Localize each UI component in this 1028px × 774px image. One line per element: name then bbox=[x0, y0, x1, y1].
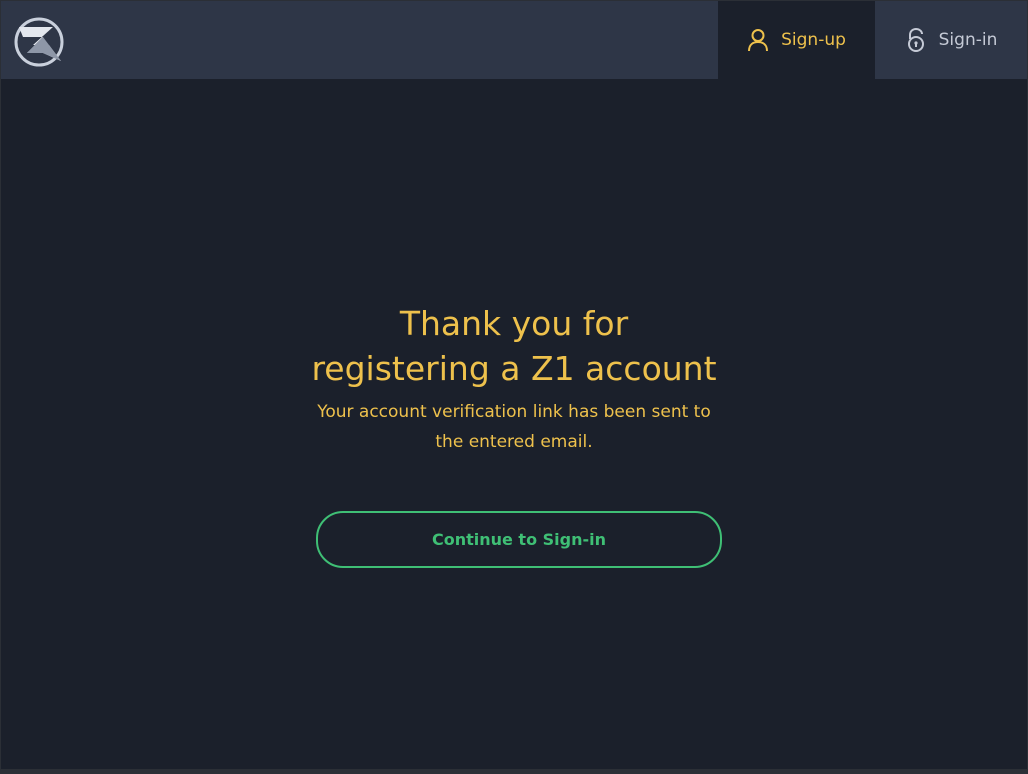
user-icon bbox=[747, 28, 769, 52]
app-window: Sign-up Sign-in Thank you for registerin… bbox=[1, 1, 1027, 769]
title-line-1: Thank you for bbox=[399, 304, 629, 343]
verification-message: Your account verification link has been … bbox=[1, 397, 1027, 457]
confirmation-title: Thank you for registering a Z1 account bbox=[1, 301, 1027, 391]
confirmation-panel: Thank you for registering a Z1 account Y… bbox=[1, 301, 1027, 457]
tab-sign-up[interactable]: Sign-up bbox=[718, 1, 875, 79]
tab-sign-up-label: Sign-up bbox=[781, 30, 846, 50]
z1-logo-icon[interactable] bbox=[13, 15, 67, 69]
unlock-icon bbox=[905, 27, 927, 53]
title-line-2: registering a Z1 account bbox=[311, 349, 717, 388]
tab-sign-in-label: Sign-in bbox=[938, 30, 998, 50]
top-nav-bar: Sign-up Sign-in bbox=[1, 1, 1027, 79]
continue-to-sign-in-button[interactable]: Continue to Sign-in bbox=[316, 511, 722, 568]
message-line-2: the entered email. bbox=[435, 432, 593, 452]
message-line-1: Your account verification link has been … bbox=[317, 402, 711, 422]
tab-sign-in[interactable]: Sign-in bbox=[875, 1, 1027, 79]
